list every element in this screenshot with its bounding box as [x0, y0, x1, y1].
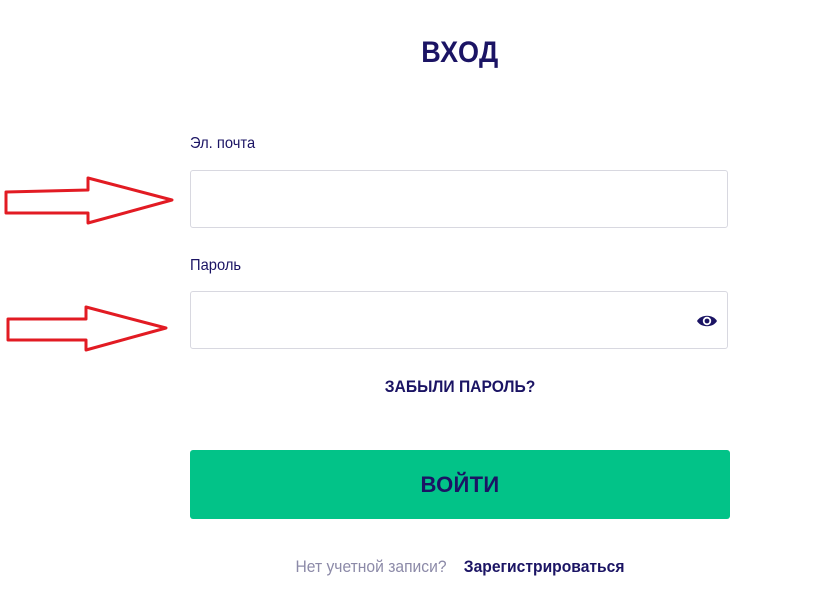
register-link[interactable]: Зарегистрироваться — [464, 557, 625, 576]
forgot-password-link[interactable]: ЗАБЫЛИ ПАРОЛЬ? — [212, 377, 709, 397]
login-button[interactable]: ВОЙТИ — [190, 450, 730, 519]
login-page: ВХОД Эл. почта Пароль ЗАБЫЛИ ПАРОЛЬ? ВОЙ… — [0, 0, 839, 613]
red-arrow-icon — [4, 176, 174, 225]
email-field[interactable] — [191, 171, 727, 227]
password-field[interactable] — [191, 292, 727, 348]
password-field-container[interactable] — [190, 291, 728, 349]
email-label: Эл. почта — [190, 135, 256, 152]
page-title: ВХОД — [421, 36, 499, 69]
signup-row: Нет учетной записи? Зарегистрироваться — [212, 557, 709, 577]
eye-icon[interactable] — [696, 311, 718, 331]
red-arrow-icon — [6, 305, 168, 352]
email-field-container[interactable] — [190, 170, 728, 228]
no-account-text: Нет учетной записи? — [295, 557, 447, 576]
password-label: Пароль — [190, 257, 242, 274]
